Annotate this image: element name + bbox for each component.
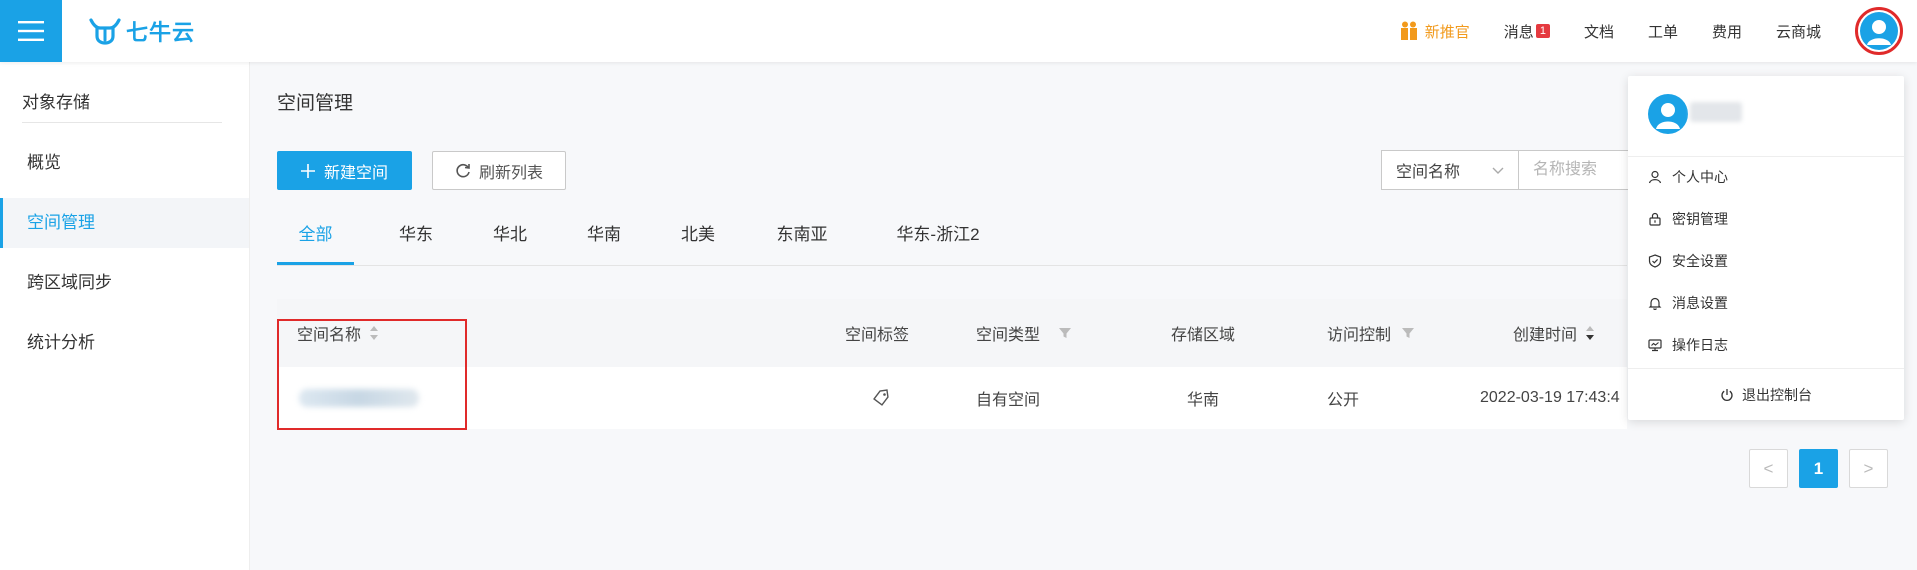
chevron-down-icon xyxy=(1492,167,1504,174)
table-header: 空间名称 空间标签 空间类型 存储区域 访问控制 创建时间 xyxy=(277,299,1627,367)
sidebar-title: 对象存储 xyxy=(22,93,90,112)
lock-icon xyxy=(1649,212,1661,226)
refresh-list-button[interactable]: 刷新列表 xyxy=(432,151,566,190)
tab-north-america[interactable]: 北美 xyxy=(663,220,733,265)
menu-item-operation-log-label: 操作日志 xyxy=(1672,337,1728,353)
nav-messages-label: 消息 xyxy=(1503,23,1534,41)
col-space-tag-label: 空间标签 xyxy=(845,327,910,344)
nav-market[interactable]: 云商城 xyxy=(1776,21,1821,42)
space-tag-cell[interactable] xyxy=(872,367,890,429)
col-space-type-label: 空间类型 xyxy=(976,327,1041,344)
created-time-cell: 2022-03-19 17:43:4 xyxy=(1480,389,1620,406)
nav-promo[interactable]: 新推官 xyxy=(1400,21,1470,42)
search-field-value: 空间名称 xyxy=(1396,164,1461,181)
tab-southeast-asia[interactable]: 东南亚 xyxy=(757,220,847,265)
prev-page-button[interactable]: < xyxy=(1749,449,1788,488)
tab-all[interactable]: 全部 xyxy=(277,220,354,265)
space-type-cell: 自有空间 xyxy=(976,392,1041,409)
region-tabs: 全部 华东 华北 华南 北美 东南亚 华东-浙江2 xyxy=(277,220,1627,266)
storage-region-cell: 华南 xyxy=(1187,392,1220,409)
user-icon xyxy=(1648,170,1662,184)
user-avatar-button[interactable] xyxy=(1855,7,1903,55)
user-name-blurred xyxy=(1690,102,1742,122)
top-bar: 七牛云 新推官 消息 1 文档 工单 费用 云商城 xyxy=(0,0,1917,62)
filter-icon xyxy=(1059,328,1072,338)
sidebar-item-statistics[interactable]: 统计分析 xyxy=(0,318,249,368)
col-storage-region-label: 存储区域 xyxy=(1171,327,1236,344)
menu-item-profile[interactable]: 个人中心 xyxy=(1628,156,1904,198)
sidebar-item-cross-region-sync[interactable]: 跨区域同步 xyxy=(0,258,249,308)
menu-item-message-settings[interactable]: 消息设置 xyxy=(1628,282,1904,324)
tab-south-china[interactable]: 华南 xyxy=(569,220,639,265)
sidebar-item-overview[interactable]: 概览 xyxy=(0,138,249,188)
sort-icon xyxy=(370,326,379,340)
refresh-list-label: 刷新列表 xyxy=(478,164,543,182)
top-nav: 新推官 消息 1 文档 工单 费用 云商城 xyxy=(1400,0,1917,62)
menu-divider xyxy=(1628,368,1904,369)
log-icon xyxy=(1648,339,1662,352)
col-access-control[interactable]: 访问控制 xyxy=(1327,299,1415,367)
gift-icon xyxy=(1400,21,1417,40)
power-icon xyxy=(1721,389,1733,401)
page-1-button[interactable]: 1 xyxy=(1799,449,1838,488)
table-row: 自有空间 华南 公开 2022-03-19 17:43:4 xyxy=(277,367,1627,429)
col-space-name[interactable]: 空间名称 xyxy=(297,299,379,367)
bell-icon xyxy=(1648,297,1662,310)
col-storage-region: 存储区域 xyxy=(1171,299,1235,367)
nav-tickets[interactable]: 工单 xyxy=(1648,21,1678,42)
tag-icon xyxy=(873,389,889,406)
shield-icon xyxy=(1648,254,1662,268)
nav-messages[interactable]: 消息 1 xyxy=(1504,21,1550,42)
new-space-label: 新建空间 xyxy=(323,164,388,182)
logo[interactable]: 七牛云 xyxy=(88,14,195,48)
menu-button[interactable] xyxy=(0,0,62,62)
nav-billing[interactable]: 费用 xyxy=(1712,21,1742,42)
search-input[interactable] xyxy=(1518,150,1628,190)
next-page-button[interactable]: > xyxy=(1849,449,1888,488)
logo-text: 七牛云 xyxy=(126,20,196,45)
qiniu-logo-icon xyxy=(89,18,121,45)
refresh-icon xyxy=(456,163,470,177)
avatar-icon xyxy=(1648,94,1688,134)
menu-item-key-management-label: 密钥管理 xyxy=(1672,211,1728,227)
search-field-select[interactable]: 空间名称 xyxy=(1381,150,1519,190)
sidebar-item-space-management[interactable]: 空间管理 xyxy=(0,198,249,248)
logout-button[interactable]: 退出控制台 xyxy=(1628,374,1904,416)
menu-item-key-management[interactable]: 密钥管理 xyxy=(1628,198,1904,240)
menu-item-security-settings[interactable]: 安全设置 xyxy=(1628,240,1904,282)
new-space-button[interactable]: 新建空间 xyxy=(277,151,412,190)
user-info xyxy=(1628,76,1904,157)
tab-east-china[interactable]: 华东 xyxy=(381,220,451,265)
hamburger-icon xyxy=(18,21,44,41)
col-space-tag: 空间标签 xyxy=(845,299,909,367)
page-title: 空间管理 xyxy=(277,93,354,114)
tab-north-china[interactable]: 华北 xyxy=(475,220,545,265)
menu-item-security-settings-label: 安全设置 xyxy=(1672,253,1728,269)
plus-icon xyxy=(300,163,315,178)
col-access-control-label: 访问控制 xyxy=(1327,327,1392,344)
access-control-cell: 公开 xyxy=(1327,392,1360,409)
nav-promo-label: 新推官 xyxy=(1424,23,1470,41)
filter-icon xyxy=(1402,328,1415,338)
col-space-name-label: 空间名称 xyxy=(297,327,362,344)
sidebar-divider xyxy=(22,122,222,123)
menu-item-operation-log[interactable]: 操作日志 xyxy=(1628,324,1904,366)
col-created-time[interactable]: 创建时间 xyxy=(1513,299,1595,367)
logout-label: 退出控制台 xyxy=(1742,387,1812,403)
avatar-icon xyxy=(1860,12,1898,50)
space-name-link[interactable] xyxy=(299,389,419,407)
nav-docs[interactable]: 文档 xyxy=(1584,21,1614,42)
tab-east-china-zhejiang2[interactable]: 华东-浙江2 xyxy=(873,220,1003,265)
menu-item-message-settings-label: 消息设置 xyxy=(1672,295,1728,311)
menu-item-profile-label: 个人中心 xyxy=(1672,169,1728,185)
user-menu-dropdown: 个人中心 密钥管理 安全设置 消息设置 操作日志 退出控制台 xyxy=(1628,76,1904,420)
message-count-badge: 1 xyxy=(1535,24,1550,38)
sort-desc-icon xyxy=(1586,326,1595,340)
sidebar: 对象存储 概览 空间管理 跨区域同步 统计分析 xyxy=(0,62,250,570)
col-space-type[interactable]: 空间类型 xyxy=(976,299,1072,367)
col-created-time-label: 创建时间 xyxy=(1513,327,1578,344)
